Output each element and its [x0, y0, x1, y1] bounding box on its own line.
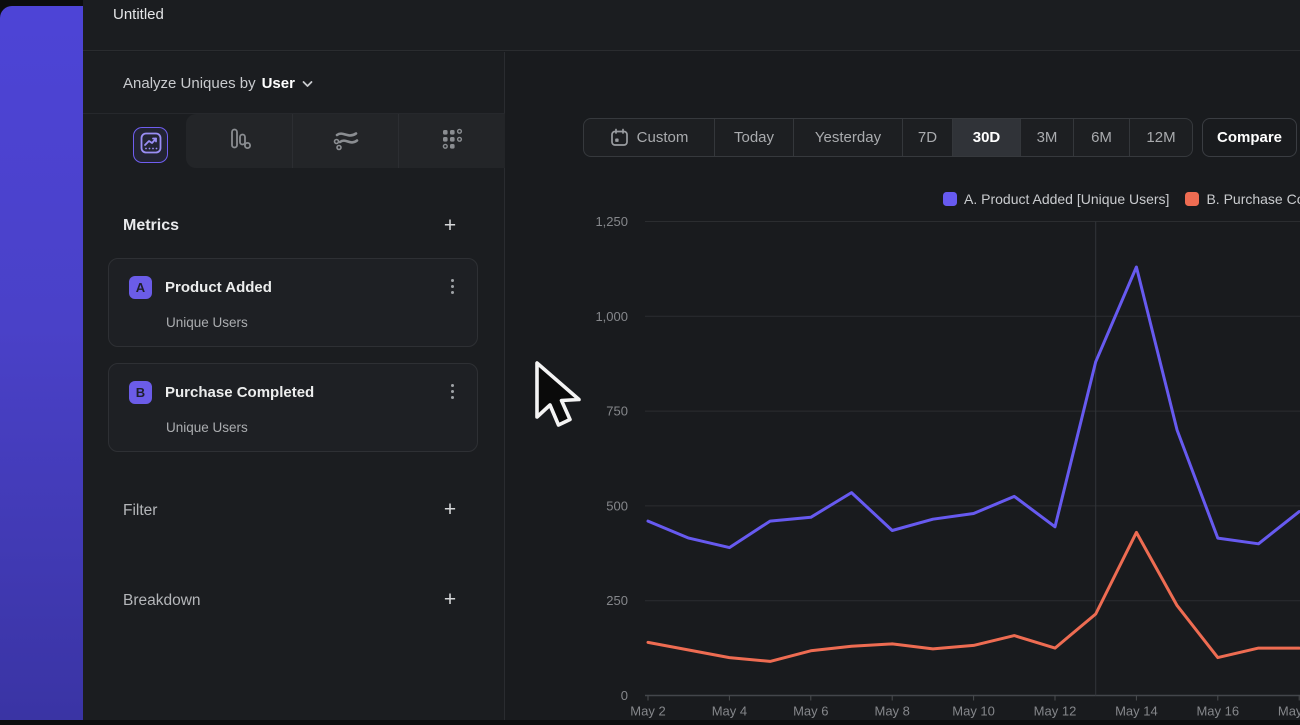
- y-axis-tick-label: 750: [606, 404, 628, 419]
- x-axis-tick-label: May 2: [630, 704, 665, 719]
- range-option-custom[interactable]: Custom: [584, 119, 715, 156]
- metric-name[interactable]: Purchase Completed: [165, 384, 314, 401]
- y-axis-tick-label: 500: [606, 498, 628, 513]
- mouse-cursor: [535, 361, 587, 440]
- kebab-menu-icon[interactable]: [445, 384, 459, 402]
- analysis-selected-value[interactable]: User: [262, 75, 295, 92]
- tab-flows[interactable]: [293, 114, 400, 168]
- tab-retention[interactable]: [399, 114, 505, 168]
- range-option-12m[interactable]: 12M: [1130, 119, 1192, 156]
- y-axis-tick-label: 1,000: [595, 309, 628, 324]
- compare-button[interactable]: Compare: [1202, 118, 1297, 157]
- top-bar: [83, 0, 1300, 51]
- line-chart-svg[interactable]: 0 250 500 750 1,000 1,250 May 2 May 4 May 6 May 8…: [560, 200, 1300, 720]
- range-option-label: 30D: [973, 129, 1001, 146]
- x-axis-tick-label: May 12: [1034, 704, 1077, 719]
- metric-card-b[interactable]: B Purchase Completed Unique Users: [108, 363, 478, 452]
- range-option-label: Custom: [637, 129, 689, 146]
- range-option-3m[interactable]: 3M: [1021, 119, 1074, 156]
- range-option-yesterday[interactable]: Yesterday: [794, 119, 903, 156]
- insights-line-chart-icon: [140, 132, 162, 159]
- report-title[interactable]: Untitled: [113, 6, 164, 23]
- breakdown-section-title: Breakdown: [123, 592, 201, 610]
- range-option-label: Today: [734, 129, 774, 146]
- metrics-section-title: Metrics: [123, 217, 179, 235]
- metric-badge-b: B: [129, 381, 152, 404]
- range-option-label: 6M: [1091, 129, 1112, 146]
- tab-insights[interactable]: [133, 127, 168, 163]
- x-axis-tick-label: May 16: [1196, 704, 1239, 719]
- brand-gradient-strip: [0, 6, 83, 720]
- range-option-7d[interactable]: 7D: [903, 119, 953, 156]
- y-axis-tick-label: 1,250: [595, 214, 628, 229]
- chevron-down-icon: [302, 75, 313, 92]
- y-axis-tick-label: 250: [606, 593, 628, 608]
- view-tab-group: [186, 114, 505, 168]
- add-filter-button[interactable]: +: [439, 500, 461, 522]
- range-option-label: 12M: [1146, 129, 1175, 146]
- metric-measurement[interactable]: Unique Users: [166, 420, 248, 435]
- x-axis-tick-label: May 18: [1278, 704, 1300, 719]
- date-range-bar: Custom Today Yesterday 7D 30D 3M 6M 12M: [583, 118, 1193, 157]
- x-axis-tick-label: May 10: [952, 704, 995, 719]
- metric-measurement[interactable]: Unique Users: [166, 315, 248, 330]
- analysis-prefix-label: Analyze Uniques by: [123, 75, 256, 92]
- y-axis-tick-label: 0: [621, 688, 628, 703]
- x-axis-tick-label: May 4: [712, 704, 747, 719]
- range-option-label: Yesterday: [815, 129, 881, 146]
- calendar-icon: [610, 128, 629, 147]
- range-option-30d[interactable]: 30D: [953, 119, 1021, 156]
- metric-name[interactable]: Product Added: [165, 279, 272, 296]
- metric-card-a[interactable]: A Product Added Unique Users: [108, 258, 478, 347]
- add-breakdown-button[interactable]: +: [439, 590, 461, 612]
- range-option-6m[interactable]: 6M: [1074, 119, 1130, 156]
- filter-section-title: Filter: [123, 502, 157, 520]
- range-option-today[interactable]: Today: [715, 119, 794, 156]
- grid-dots-icon: [439, 126, 465, 157]
- line-chart-area[interactable]: 0 250 500 750 1,000 1,250 May 2 May 4 May 6 May 8…: [560, 200, 1300, 720]
- x-axis-tick-label: May 14: [1115, 704, 1158, 719]
- range-option-label: 7D: [918, 129, 937, 146]
- tab-funnels[interactable]: [186, 114, 293, 168]
- flows-squiggle-icon: [332, 126, 360, 157]
- x-axis-tick-label: May 8: [874, 704, 909, 719]
- analysis-selector-row[interactable]: Analyze Uniques by User: [123, 75, 313, 92]
- x-axis-tick-label: May 6: [793, 704, 828, 719]
- metric-badge-a: A: [129, 276, 152, 299]
- range-option-label: 3M: [1037, 129, 1058, 146]
- series-line-b[interactable]: [648, 532, 1299, 661]
- funnel-bars-icon: [226, 126, 252, 157]
- add-metric-button[interactable]: +: [439, 216, 461, 238]
- kebab-menu-icon[interactable]: [445, 279, 459, 297]
